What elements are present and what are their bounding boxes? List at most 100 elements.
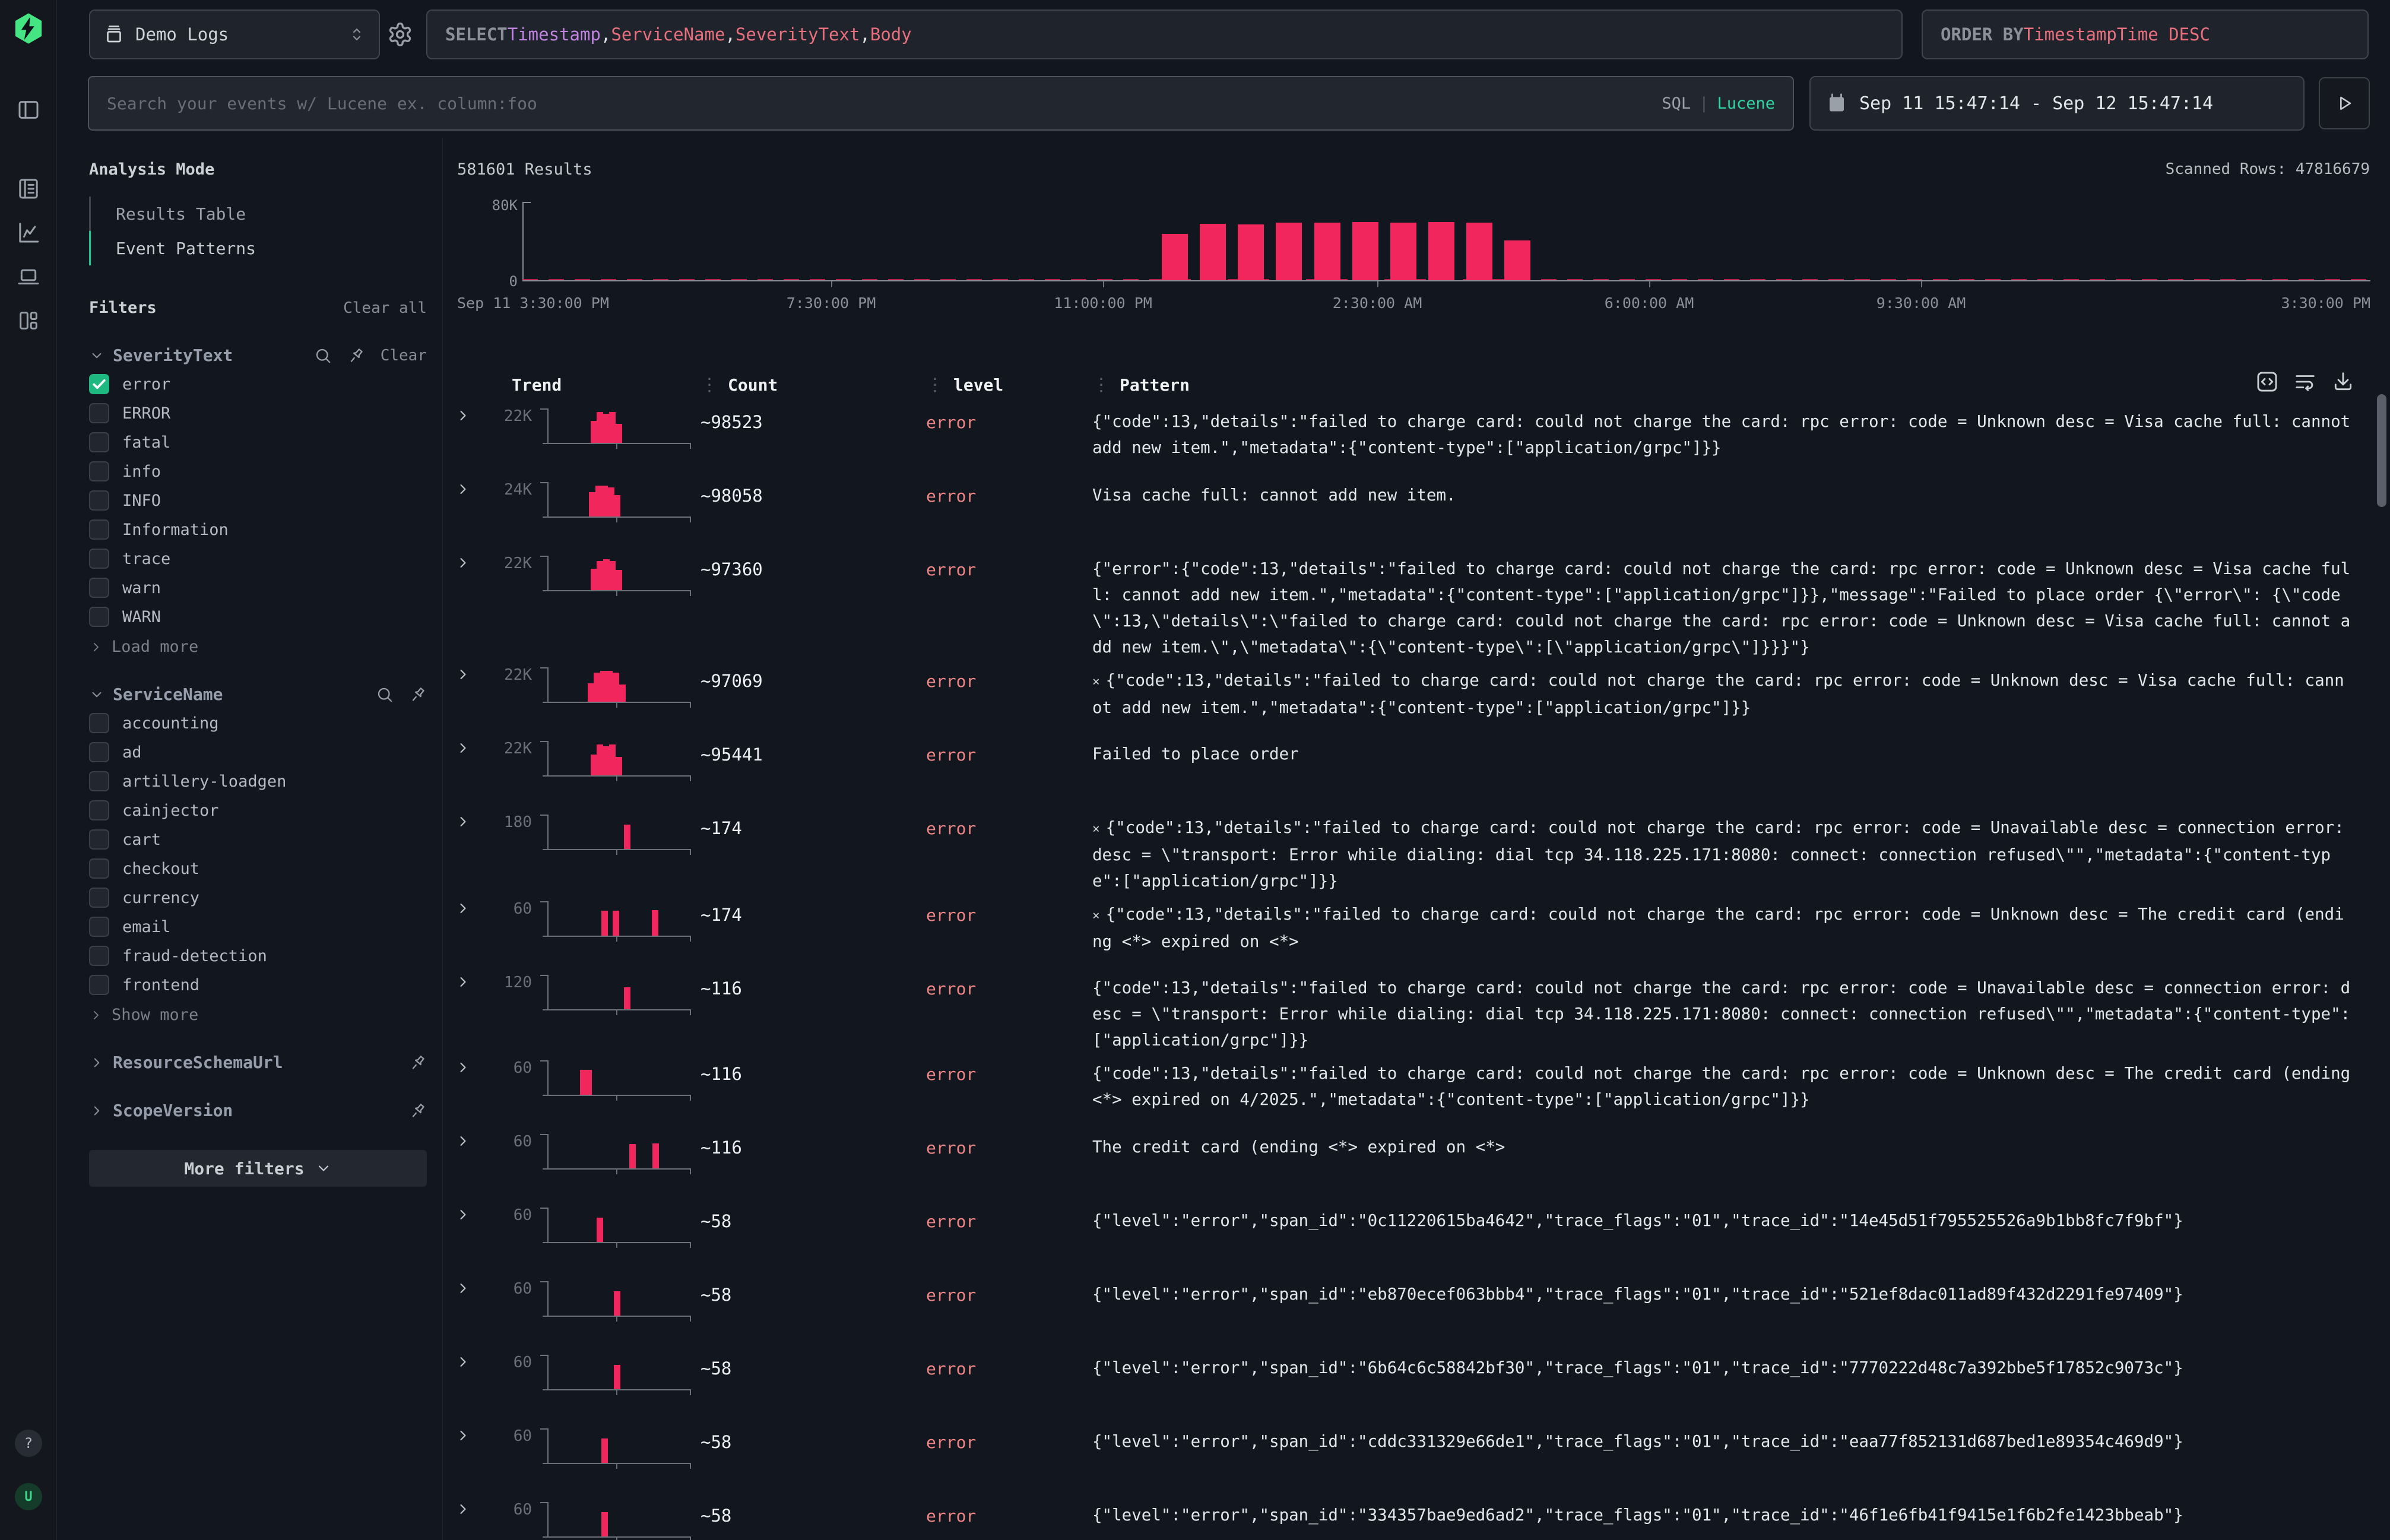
expand-row-chevron[interactable] (455, 407, 486, 424)
pin-icon[interactable] (347, 347, 365, 365)
expand-row-chevron[interactable] (455, 740, 486, 756)
checkbox[interactable] (89, 858, 109, 879)
filter-option-warn[interactable]: warn (89, 578, 427, 598)
table-row[interactable]: 22K~98523error{"code":13,"details":"fail… (443, 401, 2390, 475)
orderby-query-input[interactable]: ORDER BY TimestampTime DESC (1922, 9, 2369, 59)
checkbox[interactable] (89, 549, 109, 569)
pin-icon[interactable] (409, 686, 427, 704)
pin-icon[interactable] (409, 1054, 427, 1072)
expand-row-chevron[interactable] (455, 1133, 486, 1149)
filter-option-email[interactable]: email (89, 917, 427, 937)
column-header-level[interactable]: level (953, 375, 1003, 395)
checkbox[interactable] (89, 800, 109, 820)
filter-group-name[interactable]: SeverityText (113, 346, 233, 365)
histogram-bar[interactable] (1428, 222, 1454, 280)
clear-all-filters-button[interactable]: Clear all (343, 299, 427, 317)
expand-row-chevron[interactable] (455, 1501, 486, 1517)
search-icon[interactable] (314, 347, 332, 365)
filter-option-cainjector[interactable]: cainjector (89, 800, 427, 820)
checkbox[interactable] (89, 578, 109, 598)
filter-group-header-ResourceSchemaUrl[interactable]: ResourceSchemaUrl (89, 1053, 427, 1072)
pin-icon[interactable] (409, 1102, 427, 1120)
checkbox[interactable] (89, 888, 109, 908)
chevron-right-icon[interactable] (89, 1103, 104, 1118)
gear-icon[interactable] (387, 21, 413, 47)
checkbox[interactable] (89, 403, 109, 423)
expand-row-chevron[interactable] (455, 813, 486, 830)
date-range-picker[interactable]: Sep 11 15:47:14 - Sep 12 15:47:14 (1809, 76, 2305, 131)
table-scrollbar[interactable] (2377, 394, 2386, 1534)
filter-option-trace[interactable]: trace (89, 549, 427, 569)
load-more-button[interactable]: Load more (89, 638, 427, 656)
histogram-bar[interactable] (1200, 224, 1226, 280)
select-query-input[interactable]: SELECT Timestamp, ServiceName, SeverityT… (426, 9, 1903, 59)
table-row[interactable]: 60~174error×{"code":13,"details":"failed… (443, 894, 2390, 968)
filter-group-header-ScopeVersion[interactable]: ScopeVersion (89, 1101, 427, 1120)
table-row[interactable]: 22K~97360error{"error":{"code":13,"detai… (443, 549, 2390, 660)
expand-row-chevron[interactable] (455, 1280, 486, 1297)
expand-row-chevron[interactable] (455, 974, 486, 990)
filter-option-Information[interactable]: Information (89, 519, 427, 540)
filter-option-artillery-loadgen[interactable]: artillery-loadgen (89, 771, 427, 791)
histogram-bar[interactable] (1314, 223, 1340, 280)
show-more-button[interactable]: Show more (89, 1006, 427, 1024)
table-row[interactable]: 60~58error{"level":"error","span_id":"6b… (443, 1348, 2390, 1421)
table-row[interactable]: 60~116errorThe credit card (ending <*> e… (443, 1127, 2390, 1200)
expand-row-chevron[interactable] (455, 1059, 486, 1076)
filter-group-name[interactable]: ResourceSchemaUrl (113, 1053, 283, 1072)
expand-row-chevron[interactable] (455, 1427, 486, 1444)
table-row[interactable]: 24K~98058errorVisa cache full: cannot ad… (443, 475, 2390, 549)
filter-option-INFO[interactable]: INFO (89, 490, 427, 511)
table-row[interactable]: 60~116error{"code":13,"details":"failed … (443, 1053, 2390, 1127)
checkbox[interactable] (89, 461, 109, 481)
histogram-bar[interactable] (1276, 223, 1302, 280)
table-row[interactable]: 22K~95441errorFailed to place order (443, 734, 2390, 807)
filter-option-cart[interactable]: cart (89, 829, 427, 850)
table-row[interactable]: 22K~97069error×{"code":13,"details":"fai… (443, 660, 2390, 734)
table-row[interactable]: 180~174error×{"code":13,"details":"faile… (443, 807, 2390, 894)
table-row[interactable]: 60~58error{"level":"error","span_id":"eb… (443, 1274, 2390, 1348)
source-select[interactable]: Demo Logs (89, 9, 380, 59)
column-drag-handle[interactable]: ⋮ (1092, 375, 1110, 395)
histogram-bar[interactable] (1466, 223, 1492, 280)
table-row[interactable]: 60~58error{"level":"error","span_id":"cd… (443, 1421, 2390, 1495)
search-input[interactable]: Search your events w/ Lucene ex. column:… (88, 76, 1794, 131)
checkbox[interactable] (89, 946, 109, 966)
json-view-icon[interactable] (2256, 370, 2278, 393)
filter-option-frontend[interactable]: frontend (89, 975, 427, 995)
dashboards-icon[interactable] (17, 309, 40, 332)
column-header-pattern[interactable]: Pattern (1120, 375, 1190, 395)
checkbox[interactable] (89, 975, 109, 995)
column-drag-handle[interactable]: ⋮ (926, 375, 944, 395)
analysis-mode-event-patterns[interactable]: Event Patterns (89, 231, 427, 265)
chevron-down-icon[interactable] (89, 348, 104, 363)
app-logo-icon[interactable] (12, 12, 45, 45)
expand-row-chevron[interactable] (455, 554, 486, 571)
scrollbar-thumb[interactable] (2377, 394, 2386, 507)
column-drag-handle[interactable]: ⋮ (700, 375, 718, 395)
filter-option-info[interactable]: info (89, 461, 427, 481)
expand-row-chevron[interactable] (455, 1206, 486, 1223)
table-row[interactable]: 60~58error{"level":"error","span_id":"0c… (443, 1200, 2390, 1274)
help-button[interactable]: ? (15, 1430, 42, 1457)
filter-option-checkout[interactable]: checkout (89, 858, 427, 879)
filter-group-name[interactable]: ScopeVersion (113, 1101, 233, 1120)
checkbox[interactable] (89, 432, 109, 452)
expand-row-chevron[interactable] (455, 481, 486, 498)
clear-filter-button[interactable]: Clear (381, 347, 427, 365)
table-row[interactable]: 120~116error{"code":13,"details":"failed… (443, 968, 2390, 1053)
table-row[interactable]: 60~58error{"level":"error","span_id":"33… (443, 1495, 2390, 1540)
more-filters-button[interactable]: More filters (89, 1150, 427, 1187)
expand-row-chevron[interactable] (455, 900, 486, 917)
checkbox[interactable] (89, 771, 109, 791)
chart-explorer-icon[interactable] (17, 221, 40, 245)
filter-option-fraud-detection[interactable]: fraud-detection (89, 946, 427, 966)
search-icon[interactable] (376, 686, 394, 704)
histogram-bar[interactable] (1238, 224, 1264, 280)
filter-option-error[interactable]: error (89, 374, 427, 394)
search-logs-icon[interactable] (17, 177, 40, 201)
column-header-count[interactable]: Count (728, 375, 778, 395)
checkbox[interactable] (89, 917, 109, 937)
checkbox[interactable] (89, 374, 109, 394)
expand-row-chevron[interactable] (455, 1354, 486, 1370)
